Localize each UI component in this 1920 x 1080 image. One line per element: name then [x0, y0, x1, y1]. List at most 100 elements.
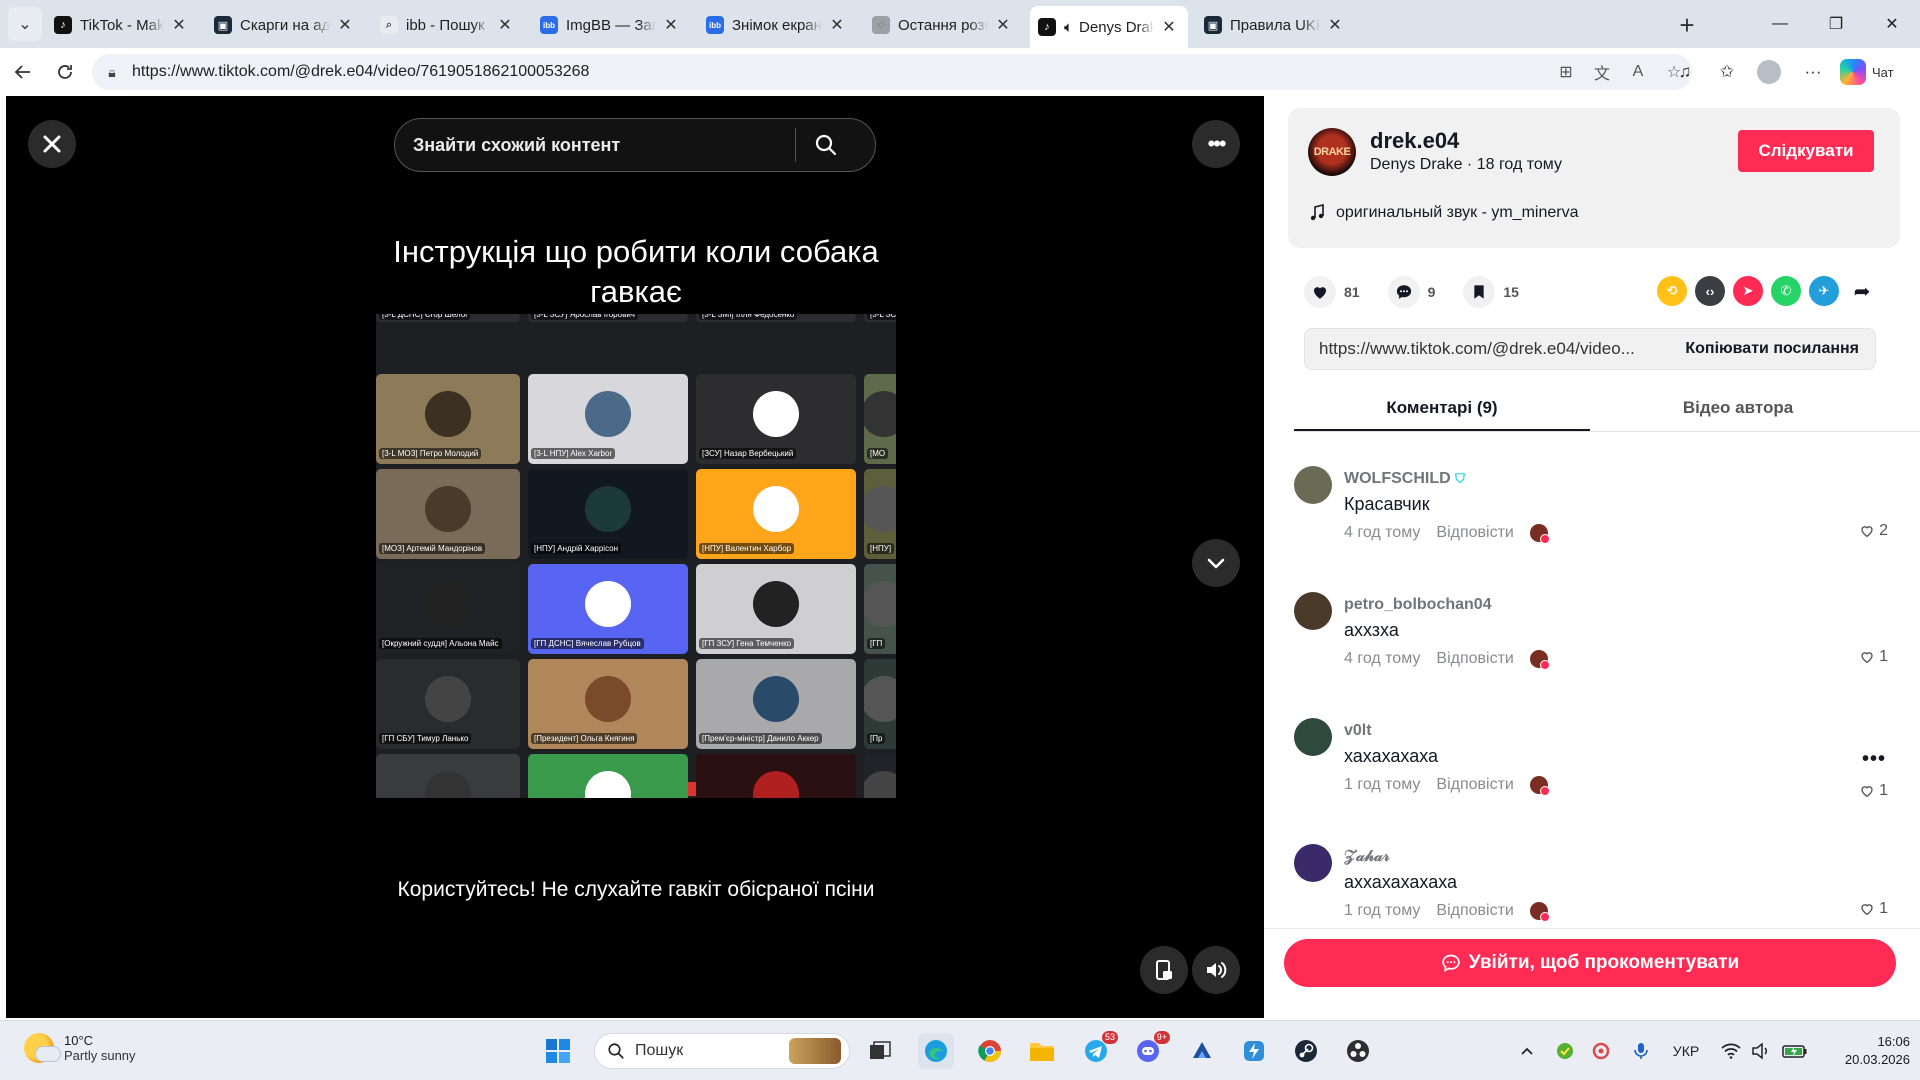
browser-tab[interactable]: ▣ Скарги на адміністра ✕: [206, 8, 364, 42]
share-more-arrow-icon[interactable]: ➦: [1847, 276, 1877, 306]
reply-button[interactable]: Відповісти: [1436, 902, 1513, 920]
favorites-icon[interactable]: ✩: [1710, 55, 1744, 89]
tab-close-icon[interactable]: ✕: [170, 15, 188, 35]
comment-button[interactable]: 9: [1387, 276, 1435, 308]
chrome-taskbar[interactable]: [972, 1033, 1008, 1069]
commenter-avatar[interactable]: [1294, 718, 1332, 756]
similar-content-search-input[interactable]: [395, 134, 795, 156]
translate-icon[interactable]: 文: [1584, 60, 1620, 84]
app-taskbar-2[interactable]: [1236, 1033, 1272, 1069]
reply-button[interactable]: Відповісти: [1436, 650, 1513, 668]
start-button[interactable]: [540, 1033, 576, 1069]
read-aloud-icon[interactable]: A: [1620, 63, 1656, 81]
task-view-button[interactable]: [862, 1033, 898, 1069]
lock-icon[interactable]: 🔒︎: [92, 64, 132, 81]
comment-like-button[interactable]: 1: [1859, 782, 1888, 800]
save-button[interactable]: 15: [1463, 276, 1519, 308]
comment-like-button[interactable]: 1: [1859, 900, 1888, 918]
tab-close-icon[interactable]: ✕: [828, 15, 846, 35]
reply-button[interactable]: Відповісти: [1436, 776, 1513, 794]
discord-taskbar[interactable]: 9+: [1130, 1031, 1170, 1069]
browser-tab[interactable]: ♪ TikTok - Make Your D ✕: [46, 8, 198, 42]
share-link-url[interactable]: https://www.tiktok.com/@drek.e04/video..…: [1305, 339, 1669, 359]
copilot-button[interactable]: Чат: [1840, 58, 1894, 86]
input-language[interactable]: УКР: [1666, 1033, 1706, 1069]
next-video-button[interactable]: [1192, 539, 1240, 587]
app-taskbar-1[interactable]: [1184, 1033, 1220, 1069]
speaker-button[interactable]: [1748, 1033, 1774, 1069]
browser-tab[interactable]: ibb Знімок екрана (230) ✕: [698, 8, 856, 42]
comment-like-button[interactable]: 1: [1859, 648, 1888, 666]
commenter-username[interactable]: 𝒵𝒶𝒽𝒶𝓇: [1344, 848, 1390, 866]
tray-app-green[interactable]: [1552, 1033, 1578, 1069]
reply-button[interactable]: Відповісти: [1436, 524, 1513, 542]
tray-app-red[interactable]: [1588, 1033, 1614, 1069]
browser-tab[interactable]: ▣ Правила UKRAINE G ✕: [1196, 8, 1354, 42]
comment-list[interactable]: WOLFSCHILD ⛉ Красавчик 4 год тому Відповіст…: [1294, 436, 1920, 928]
tab-close-icon[interactable]: ✕: [336, 15, 354, 35]
more-options-button[interactable]: •••: [1192, 120, 1240, 168]
back-button[interactable]: [6, 55, 40, 89]
telegram-icon[interactable]: ✈: [1809, 276, 1839, 306]
follow-button[interactable]: Слідкувати: [1738, 130, 1874, 172]
url-text[interactable]: https://www.tiktok.com/@drek.e04/video/7…: [132, 63, 1548, 81]
browser-tab[interactable]: ♪ 🔈︎ Denys Drake (@d ✕: [1030, 6, 1188, 48]
telegram-taskbar[interactable]: 53: [1078, 1031, 1118, 1069]
tab-author-videos[interactable]: Відео автора: [1590, 386, 1886, 431]
close-video-button[interactable]: [28, 120, 76, 168]
app-available-icon[interactable]: ⊞: [1548, 62, 1584, 82]
tab-close-icon[interactable]: ✕: [496, 15, 514, 35]
comment-more-options-icon[interactable]: •••: [1862, 748, 1886, 771]
send-to-friends-icon[interactable]: ➤: [1733, 276, 1763, 306]
media-control-icon[interactable]: ♫: [1668, 55, 1702, 89]
commenter-avatar[interactable]: [1294, 592, 1332, 630]
file-explorer-taskbar[interactable]: [1024, 1033, 1060, 1069]
copy-link-button[interactable]: Копіювати посилання: [1669, 340, 1875, 358]
comment-like-button[interactable]: 2: [1859, 522, 1888, 540]
weather-widget[interactable]: 10°C Partly sunny: [24, 1033, 136, 1063]
profile-button[interactable]: [1752, 55, 1786, 89]
similar-content-search[interactable]: [394, 118, 876, 172]
browser-tab[interactable]: ⌕ ibb - Пошук ✕: [372, 8, 524, 42]
battery-button[interactable]: [1780, 1033, 1810, 1069]
video-player[interactable]: ••• Інструкція що робити коли собака гав…: [6, 96, 1264, 1018]
commenter-username[interactable]: v0lt: [1344, 722, 1372, 740]
minimize-button[interactable]: —: [1752, 0, 1808, 48]
close-window-button[interactable]: ✕: [1864, 0, 1920, 48]
settings-more-icon[interactable]: ···: [1796, 55, 1830, 89]
repost-icon[interactable]: ⟲: [1657, 276, 1687, 306]
volume-button[interactable]: [1192, 946, 1240, 994]
tab-comments[interactable]: Коментарі (9): [1294, 386, 1590, 431]
address-bar[interactable]: 🔒︎ https://www.tiktok.com/@drek.e04/vide…: [92, 54, 1692, 90]
obs-taskbar[interactable]: [1340, 1033, 1376, 1069]
wifi-button[interactable]: [1718, 1033, 1744, 1069]
commenter-username[interactable]: WOLFSCHILD ⛉: [1344, 470, 1465, 488]
search-button[interactable]: [796, 133, 856, 157]
commenter-avatar[interactable]: [1294, 844, 1332, 882]
taskbar-search[interactable]: Пошук: [594, 1033, 850, 1069]
tab-close-icon[interactable]: ✕: [994, 15, 1012, 35]
show-hidden-icons-button[interactable]: [1514, 1033, 1540, 1069]
tab-audio-icon[interactable]: 🔈︎: [1064, 19, 1073, 36]
like-button[interactable]: 81: [1304, 276, 1360, 308]
embed-code-icon[interactable]: ‹›: [1695, 276, 1725, 306]
music-link[interactable]: оригинальный звук - ym_minerva: [1308, 204, 1578, 222]
login-to-comment-button[interactable]: Увійти, щоб прокоментувати: [1284, 939, 1896, 987]
edge-browser-taskbar[interactable]: [918, 1033, 954, 1069]
new-tab-button[interactable]: +: [1670, 8, 1704, 42]
tab-close-icon[interactable]: ✕: [1326, 15, 1344, 35]
steam-taskbar[interactable]: [1288, 1033, 1324, 1069]
commenter-username[interactable]: petro_bolbochan04: [1344, 596, 1492, 614]
maximize-button[interactable]: ❐: [1808, 0, 1864, 48]
microphone-button[interactable]: [1628, 1033, 1654, 1069]
tab-close-icon[interactable]: ✕: [662, 15, 680, 35]
commenter-avatar[interactable]: [1294, 466, 1332, 504]
tab-close-icon[interactable]: ✕: [1160, 17, 1178, 37]
picture-in-picture-button[interactable]: [1140, 946, 1188, 994]
whatsapp-icon[interactable]: ✆: [1771, 276, 1801, 306]
browser-tab[interactable]: ibb ImgBB — Загрузить ✕: [532, 8, 690, 42]
creator-handle[interactable]: drek.e04: [1370, 128, 1459, 154]
creator-avatar[interactable]: DRAKE: [1308, 128, 1356, 176]
tab-actions-menu[interactable]: ⌄: [8, 7, 42, 41]
system-clock[interactable]: 16:06 20.03.2026: [1840, 1033, 1910, 1069]
